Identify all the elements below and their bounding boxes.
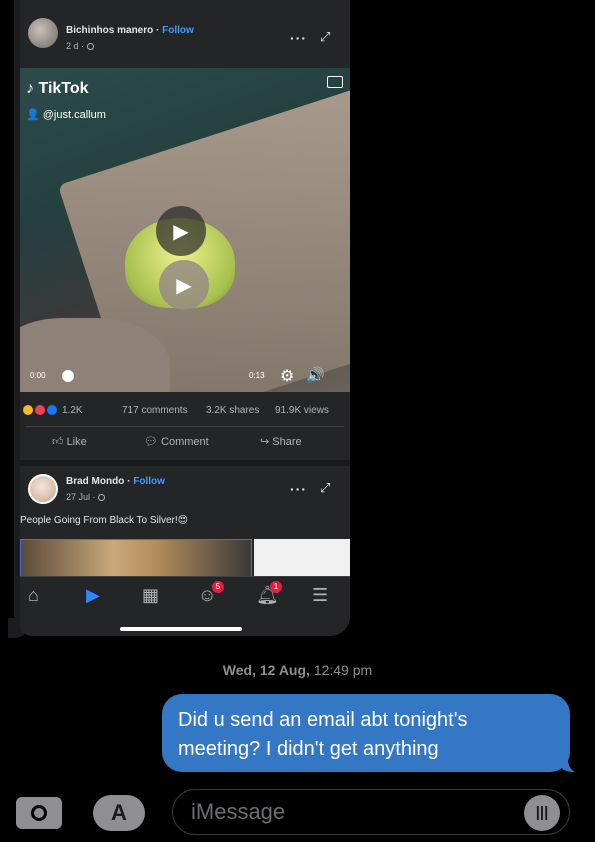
video-time-start: 0:00 [30, 371, 46, 380]
comment-action: 💬︎ Comment [144, 435, 209, 448]
received-screenshot-bubble[interactable]: Bichinhos manero · Follow 2 d · ··· ⤢ ♪ … [14, 0, 350, 636]
timestamp-time: 12:49 pm [313, 662, 373, 678]
post-image-secondary [254, 539, 350, 579]
message-input[interactable] [172, 789, 570, 835]
globe-icon [86, 43, 94, 51]
post-header: Bichinhos manero · Follow 2 d · ··· ⤢ [20, 8, 350, 58]
haha-reaction-icon [22, 404, 34, 416]
more-options-icon: ··· [290, 30, 307, 46]
share-label: Share [272, 436, 302, 448]
more-options-icon: ··· [290, 481, 307, 497]
post-caption: People Going From Black To Silver!😍 [20, 515, 189, 526]
tiktok-user-handle: @just.callum [42, 109, 106, 121]
follow-link: Follow [162, 25, 194, 36]
post-author: Bichinhos manero [66, 25, 154, 36]
avatar [28, 18, 58, 48]
facebook-tab-bar: ⌂ ▶ ▦ ☺ 5 🔔︎ 1 ☰ [20, 576, 350, 636]
expand-icon: ⤢ [320, 480, 331, 495]
post-stats: 1.2K 717 comments 3.2K shares 91.9K view… [20, 404, 350, 420]
comment-icon: 💬︎ [144, 436, 158, 448]
share-action: ↪ Share [260, 435, 302, 448]
message-input-bar: A ||| [0, 783, 595, 842]
play-icon: ▶ [159, 260, 209, 310]
video-scrubber [62, 370, 74, 382]
tiktok-brand: TikTok [38, 80, 89, 97]
avatar [28, 474, 58, 504]
love-reaction-icon [33, 404, 46, 416]
notifications-badge: 1 [270, 581, 282, 593]
video-time-end: 0:13 [249, 371, 265, 380]
sent-message-bubble[interactable]: Did u send an email abt tonight's meetin… [162, 694, 570, 772]
like-action: 👍︎ Like [52, 435, 87, 448]
bell-icon: 🔔︎ 1 [256, 581, 282, 606]
reaction-count: 1.2K [62, 405, 83, 416]
groups-icon: ☺ 5 [198, 581, 224, 606]
comment-label: Comment [161, 436, 209, 448]
tiktok-username: 👤 @just.callum [26, 109, 106, 121]
share-icon: ↪ [260, 436, 270, 448]
like-reaction-icon [45, 404, 58, 416]
volume-icon: 🔊 [306, 367, 325, 384]
expand-icon: ⤢ [320, 29, 331, 44]
share-count: 3.2K shares [206, 405, 260, 416]
play-icon: ▶ [156, 206, 206, 256]
comment-count: 717 comments [122, 405, 188, 416]
divider [26, 426, 344, 427]
post-author-line: Brad Mondo · Follow [66, 476, 165, 487]
post-meta: 27 Jul · [66, 492, 106, 502]
home-icon: ⌂ [28, 585, 39, 605]
post-header: Brad Mondo · Follow 27 Jul · ··· ⤢ [20, 468, 350, 518]
post-date: 27 Jul · [66, 492, 96, 502]
facebook-screenshot: Bichinhos manero · Follow 2 d · ··· ⤢ ♪ … [20, 0, 350, 636]
message-timestamp: Wed, 12 Aug, 12:49 pm [0, 662, 595, 678]
timestamp-day: Wed, 12 Aug, [222, 662, 310, 678]
waveform-icon: ||| [535, 804, 549, 821]
follow-link: Follow [133, 476, 165, 487]
tiktok-watermark: ♪ TikTok [26, 80, 89, 97]
video-player: ♪ TikTok 👤 @just.callum ▶ ▶ 0:00 0:13 ⚙ … [20, 68, 350, 392]
post-image [20, 539, 252, 579]
watch-icon: ▶ [86, 585, 100, 605]
app-store-button[interactable]: A [93, 795, 145, 831]
reactions [22, 404, 58, 416]
post-date: 2 d · [66, 41, 85, 51]
marketplace-icon: ▦ [142, 585, 160, 605]
audio-message-button[interactable]: ||| [524, 795, 560, 831]
post-separator [20, 460, 350, 466]
cast-icon [327, 76, 343, 88]
home-indicator [120, 627, 242, 631]
like-label: Like [66, 436, 87, 448]
post-meta: 2 d · [66, 41, 94, 51]
camera-icon [31, 805, 47, 821]
post-author: Brad Mondo [66, 476, 125, 487]
app-store-icon: A [111, 800, 127, 825]
view-count: 91.9K views [275, 405, 329, 416]
menu-icon: ☰ [312, 585, 329, 605]
thumbs-up-icon: 👍︎ [52, 436, 64, 448]
post-author-line: Bichinhos manero · Follow [66, 25, 194, 36]
groups-badge: 5 [212, 581, 224, 593]
post-actions: 👍︎ Like 💬︎ Comment ↪ Share [20, 432, 350, 454]
globe-icon [98, 494, 106, 502]
gear-icon: ⚙ [280, 368, 295, 385]
camera-button[interactable] [16, 797, 62, 829]
